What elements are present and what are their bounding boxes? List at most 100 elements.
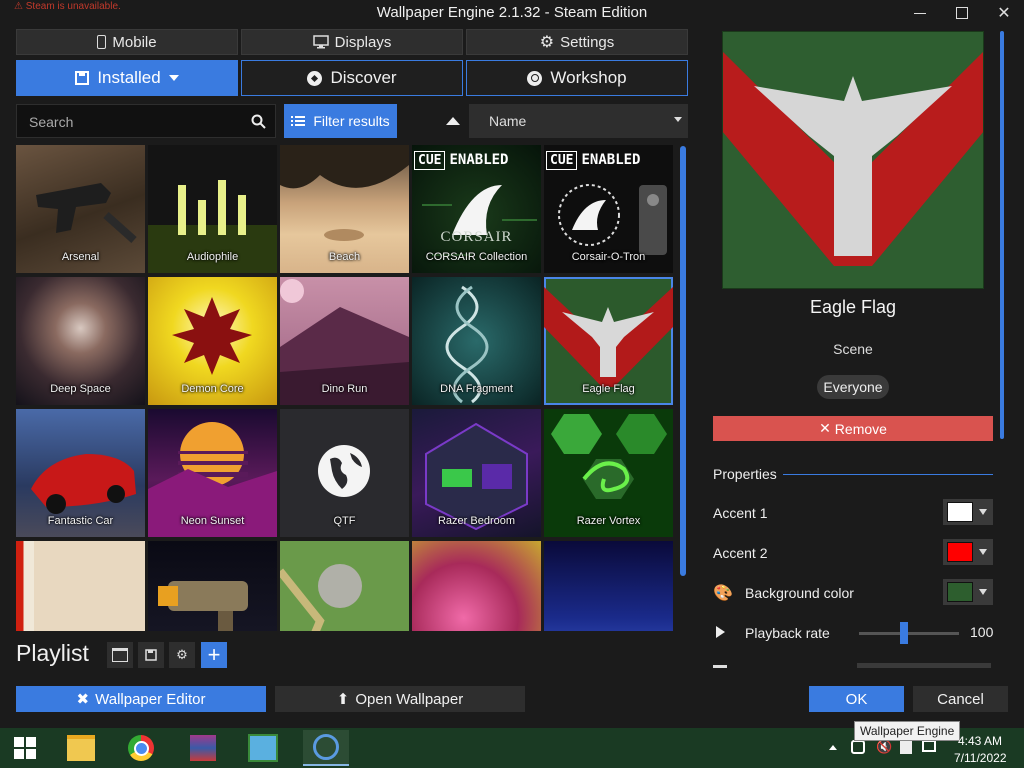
wallpaper-tile[interactable]: CUE ENABLED Corsair-O-Tron bbox=[544, 145, 673, 273]
tray-wallpaper-engine-icon[interactable] bbox=[851, 740, 865, 754]
background-swatch bbox=[947, 582, 973, 602]
triangle-up-icon bbox=[446, 117, 460, 125]
details-scrollbar[interactable] bbox=[1000, 31, 1004, 439]
wallpaper-tile[interactable]: CUE ENABLED CORSAIR CORSAIR Collection bbox=[412, 145, 541, 273]
caret-down-icon bbox=[979, 549, 987, 555]
playlist-save-button[interactable] bbox=[138, 642, 164, 668]
wallpaper-tile[interactable]: Razer Bedroom bbox=[412, 409, 541, 537]
remove-button[interactable]: ✕ Remove bbox=[713, 416, 993, 441]
wallpaper-tile[interactable]: Fantastic Car bbox=[16, 409, 145, 537]
background-color-picker[interactable] bbox=[943, 579, 993, 605]
taskbar-app[interactable] bbox=[240, 730, 286, 766]
wallpaper-tile[interactable]: Beach bbox=[280, 145, 409, 273]
wallpaper-editor-button[interactable]: ✖ Wallpaper Editor bbox=[16, 686, 266, 712]
wallpaper-tile[interactable] bbox=[280, 541, 409, 631]
wallpaper-tile[interactable]: Dino Run bbox=[280, 277, 409, 405]
wallpaper-tile[interactable]: Arsenal bbox=[16, 145, 145, 273]
playback-rate-slider-thumb[interactable] bbox=[900, 622, 908, 644]
wallpaper-tile[interactable] bbox=[148, 541, 277, 631]
winrar-icon bbox=[190, 735, 216, 761]
playlist-title: Playlist bbox=[16, 640, 89, 666]
network-icon[interactable] bbox=[922, 740, 936, 752]
minimize-icon bbox=[914, 12, 926, 14]
clock-time[interactable]: 4:43 AM bbox=[958, 734, 1002, 748]
filter-results-button[interactable]: Filter results bbox=[284, 104, 397, 138]
tab-settings[interactable]: ⚙ Settings bbox=[466, 29, 688, 55]
wallpaper-name: Razer Vortex bbox=[576, 515, 641, 527]
playback-rate-slider[interactable] bbox=[859, 632, 959, 635]
save-icon bbox=[75, 71, 90, 85]
wallpaper-name: Audiophile bbox=[186, 251, 239, 263]
tray-overflow-icon[interactable] bbox=[829, 745, 837, 750]
start-button[interactable] bbox=[2, 730, 48, 766]
folder-open-icon bbox=[112, 648, 128, 662]
content-rating-badge: Everyone bbox=[817, 375, 889, 399]
wallpaper-tile[interactable]: Razer Vortex bbox=[544, 409, 673, 537]
cancel-button[interactable]: Cancel bbox=[913, 686, 1008, 712]
open-wallpaper-button[interactable]: ⬆ Open Wallpaper bbox=[275, 686, 525, 712]
power-icon[interactable] bbox=[900, 740, 912, 754]
tab-workshop-label: Workshop bbox=[550, 68, 627, 87]
grid-scrollbar[interactable] bbox=[680, 146, 686, 576]
wallpaper-name: Dino Run bbox=[321, 383, 368, 395]
tab-mobile[interactable]: Mobile bbox=[16, 29, 238, 55]
wallpaper-tile[interactable]: Eagle Flag bbox=[544, 277, 673, 405]
wrench-icon: ✖ bbox=[76, 691, 90, 708]
ok-button[interactable]: OK bbox=[809, 686, 904, 712]
volume-muted-icon[interactable]: 🔇 bbox=[876, 739, 892, 755]
wallpaper-tile[interactable] bbox=[16, 541, 145, 631]
properties-divider bbox=[783, 474, 993, 475]
wallpaper-tile[interactable]: QTF bbox=[280, 409, 409, 537]
tab-settings-label: Settings bbox=[560, 33, 615, 51]
close-button[interactable]: ✕ bbox=[984, 0, 1024, 26]
wallpaper-tile[interactable] bbox=[544, 541, 673, 631]
windows-icon bbox=[14, 737, 36, 759]
playlist-add-button[interactable]: + bbox=[201, 642, 227, 668]
search-icon[interactable] bbox=[251, 114, 266, 129]
taskbar-file-explorer[interactable] bbox=[58, 730, 104, 766]
playlist-open-button[interactable] bbox=[107, 642, 133, 668]
tab-discover[interactable]: Discover bbox=[241, 60, 463, 96]
restore-icon bbox=[956, 7, 968, 19]
search-input[interactable] bbox=[17, 105, 261, 139]
wallpaper-tile[interactable]: DNA Fragment bbox=[412, 277, 541, 405]
caret-down-icon bbox=[979, 509, 987, 515]
clock-date[interactable]: 7/11/2022 bbox=[954, 751, 1007, 765]
background-color-label: Background color bbox=[745, 585, 854, 601]
save-icon bbox=[145, 649, 157, 661]
minimize-button[interactable] bbox=[900, 0, 940, 26]
properties-title: Properties bbox=[713, 466, 777, 482]
wallpaper-tile[interactable]: Deep Space bbox=[16, 277, 145, 405]
tab-displays[interactable]: Displays bbox=[241, 29, 463, 55]
palette-icon: 🎨 bbox=[713, 585, 733, 602]
wallpaper-name: Deep Space bbox=[50, 383, 111, 395]
taskbar-chrome[interactable] bbox=[118, 730, 164, 766]
tab-installed[interactable]: Installed bbox=[16, 60, 238, 96]
restore-button[interactable] bbox=[942, 0, 982, 26]
accent2-color-picker[interactable] bbox=[943, 539, 993, 565]
playlist-settings-button[interactable]: ⚙ bbox=[169, 642, 195, 668]
wallpaper-name: Corsair-O-Tron bbox=[571, 251, 646, 263]
accent1-swatch bbox=[947, 502, 973, 522]
wallpaper-tile[interactable]: Demon Core bbox=[148, 277, 277, 405]
wallpaper-tile[interactable]: Audiophile bbox=[148, 145, 277, 273]
wallpaper-editor-label: Wallpaper Editor bbox=[95, 690, 206, 708]
playback-rate-value: 100 bbox=[970, 624, 994, 640]
download-app-icon bbox=[248, 734, 278, 762]
wallpaper-tile[interactable] bbox=[412, 541, 541, 631]
caret-down-icon bbox=[168, 75, 179, 81]
caret-down-icon bbox=[979, 589, 987, 595]
wallpaper-preview bbox=[722, 31, 984, 289]
sort-direction-button[interactable] bbox=[440, 110, 466, 132]
gear-icon: ⚙ bbox=[539, 34, 555, 51]
sort-select-value: Name bbox=[489, 113, 527, 129]
compass-icon bbox=[307, 70, 323, 86]
taskbar-wallpaper-engine[interactable] bbox=[303, 730, 349, 766]
sort-select[interactable]: Name bbox=[469, 104, 688, 138]
chrome-icon bbox=[128, 735, 154, 761]
wallpaper-tile[interactable]: Neon Sunset bbox=[148, 409, 277, 537]
taskbar-winrar[interactable] bbox=[180, 730, 226, 766]
accent1-color-picker[interactable] bbox=[943, 499, 993, 525]
steam-icon bbox=[527, 70, 543, 86]
tab-workshop[interactable]: Workshop bbox=[466, 60, 688, 96]
